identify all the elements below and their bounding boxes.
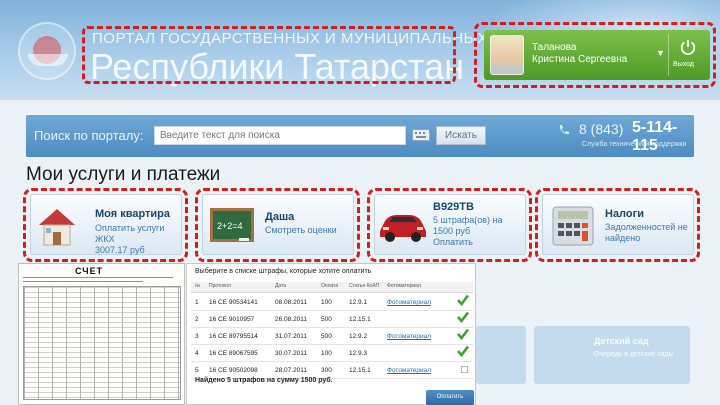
- table-cell: 3: [195, 333, 199, 340]
- calculator-icon: [552, 206, 594, 246]
- table-cell: 100: [321, 299, 332, 306]
- table-cell: 12.15.1: [349, 316, 371, 323]
- card-desc: Оплатить услуги ЖКХ 3007.17 руб: [95, 223, 165, 255]
- support-caption: Служба технической поддержки: [582, 141, 687, 148]
- fines-total: Найдено 5 штрафов на сумму 1500 руб.: [195, 377, 333, 384]
- phone-icon: [559, 125, 569, 135]
- table-row[interactable]: 3 16 СЕ 89795514 31.07.2011 500 12.9.2 Фотома…: [191, 328, 473, 345]
- service-card-school[interactable]: 2+2=4 Даша Смотреть оценки: [202, 194, 354, 255]
- table-row[interactable]: 1 16 СЕ 90534141 08.08.2011 100 12.9.1 Фотома…: [191, 294, 473, 311]
- table-cell: 16 СЕ 90502098: [209, 367, 258, 374]
- photo-link[interactable]: Фотоматериал: [387, 367, 431, 374]
- table-cell: 2: [195, 316, 199, 323]
- table-cell: 31.07.2011: [275, 333, 308, 340]
- table-cell: 28.07.2011: [275, 367, 308, 374]
- table-cell: 1: [195, 299, 199, 306]
- table-cell: 08.08.2011: [275, 299, 308, 306]
- keyboard-icon[interactable]: [412, 129, 430, 141]
- checkmark-icon[interactable]: [457, 311, 469, 323]
- table-cell: 16 СЕ 90534141: [209, 299, 258, 306]
- service-card-taxes[interactable]: Налоги Задолженностей не найдено: [542, 194, 694, 255]
- card-desc: 5 штрафа(ов) на 1500 руб Оплатить: [433, 215, 503, 248]
- checkbox-empty-icon[interactable]: [461, 366, 468, 373]
- invoice-document: СЧЕТ: [18, 263, 185, 405]
- card-title[interactable]: Налоги: [605, 208, 644, 220]
- table-cell: 12.9.2: [349, 333, 368, 340]
- checkmark-icon[interactable]: [457, 345, 469, 357]
- invoice-title: СЧЕТ: [75, 266, 104, 276]
- support-phone-code: 8 (843): [579, 121, 624, 137]
- table-cell: 16 СЕ 89795514: [209, 333, 258, 340]
- faded-service-card: [476, 326, 526, 384]
- table-cell: 30.07.2011: [275, 350, 308, 357]
- checkmark-icon[interactable]: [457, 328, 469, 340]
- page-title: Мои услуги и платежи: [26, 164, 221, 185]
- user-name: Таланова Кристина Сергеевна: [532, 42, 627, 66]
- table-cell: 16 СЕ 89067595: [209, 350, 258, 357]
- card-desc: Задолженностей не найдено: [605, 222, 688, 243]
- logout-button[interactable]: Выход: [673, 61, 694, 68]
- invoice-table: [23, 286, 181, 400]
- house-icon: [39, 209, 75, 246]
- table-row[interactable]: 2 16 СЕ 9010957 26.08.2011 500 12.15.1: [191, 311, 473, 328]
- pay-fines-link[interactable]: Оплатить: [433, 237, 503, 248]
- table-cell: 12.9.1: [349, 299, 368, 306]
- card-title[interactable]: Моя квартира: [95, 208, 170, 220]
- table-cell: 500: [321, 333, 332, 340]
- search-button[interactable]: Искать: [436, 126, 486, 145]
- fines-heading: Выберите в списке штрафы, которые хотите…: [195, 268, 372, 275]
- table-cell: 26.08.2011: [275, 316, 308, 323]
- table-cell: 12.15.1: [349, 367, 371, 374]
- checkmark-icon[interactable]: [457, 294, 469, 306]
- table-cell: 500: [321, 316, 332, 323]
- user-last-name: Таланова: [532, 42, 577, 53]
- table-cell: 16 СЕ 9010957: [209, 316, 255, 323]
- table-cell: 4: [195, 350, 199, 357]
- chevron-down-icon[interactable]: ▼: [656, 48, 665, 58]
- search-bar: Поиск по порталу: Искать 8 (843) 5-114-1…: [26, 115, 694, 157]
- car-icon: [380, 215, 426, 242]
- fines-table-header: № Протокол Дата Оплата Статья КоАП Фотом…: [191, 282, 473, 293]
- coat-of-arms-logo[interactable]: [18, 22, 76, 80]
- card-title[interactable]: Даша: [265, 211, 294, 223]
- highlight-portal-title: [82, 26, 456, 84]
- card-title[interactable]: В929ТВ: [433, 201, 474, 213]
- table-cell: 100: [321, 350, 332, 357]
- user-panel[interactable]: Таланова Кристина Сергеевна ▼ Выход: [484, 30, 710, 80]
- table-cell: 12.9.3: [349, 350, 368, 357]
- service-card-apartment[interactable]: Моя квартира Оплатить услуги ЖКХ 3007.17…: [30, 194, 182, 255]
- photo-link[interactable]: Фотоматериал: [387, 333, 431, 340]
- user-first-name: Кристина Сергеевна: [532, 54, 628, 65]
- search-input[interactable]: [154, 126, 406, 145]
- photo-link[interactable]: Фотоматериал: [387, 299, 431, 306]
- fines-panel: Выберите в списке штрафы, которые хотите…: [186, 263, 476, 405]
- svg-text:2+2=4: 2+2=4: [217, 221, 243, 231]
- search-label: Поиск по порталу:: [34, 128, 144, 143]
- card-desc: Смотреть оценки: [265, 225, 337, 235]
- support-phone-number: 5-114-115: [632, 119, 678, 154]
- faded-service-card-kindergarten: Детский сад Очередь в детские сады: [534, 326, 690, 384]
- service-card-car[interactable]: В929ТВ 5 штрафа(ов) на 1500 руб Оплатить: [374, 194, 526, 255]
- chalkboard-icon: 2+2=4: [210, 208, 254, 242]
- table-cell: 300: [321, 367, 332, 374]
- avatar: [490, 35, 524, 75]
- pay-button[interactable]: Оплатить: [426, 390, 474, 405]
- table-cell: 5: [195, 367, 199, 374]
- power-icon[interactable]: [679, 38, 697, 56]
- table-row[interactable]: 4 16 СЕ 89067595 30.07.2011 100 12.9.3: [191, 345, 473, 362]
